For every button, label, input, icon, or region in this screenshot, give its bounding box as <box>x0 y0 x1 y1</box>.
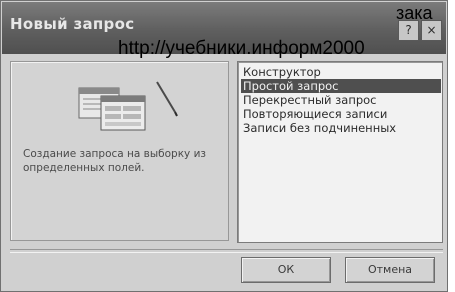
list-item-simple-query[interactable]: Простой запрос <box>241 79 441 93</box>
query-wizard-illustration-icon <box>78 81 178 131</box>
list-item-duplicates-query[interactable]: Повторяющиеся записи <box>241 107 389 121</box>
list-item-constructor[interactable]: Конструктор <box>241 65 323 79</box>
list-item-unmatched-query[interactable]: Записи без подчиненных <box>241 121 398 135</box>
overlay-top-text: зака <box>396 3 433 23</box>
list-item-crosstab-query[interactable]: Перекрестный запрос <box>241 93 379 107</box>
button-separator <box>10 249 443 253</box>
query-type-list[interactable]: Конструктор Простой запрос Перекрестный … <box>237 61 443 243</box>
query-description: Создание запроса на выборку из определен… <box>23 148 207 174</box>
ok-button[interactable]: ОК <box>241 257 331 283</box>
cancel-button[interactable]: Отмена <box>345 257 435 283</box>
preview-panel: Создание запроса на выборку из определен… <box>10 61 229 241</box>
dialog-title: Новый запрос <box>10 15 135 33</box>
overlay-url-text: http://учебники.информ2000 <box>118 38 365 59</box>
